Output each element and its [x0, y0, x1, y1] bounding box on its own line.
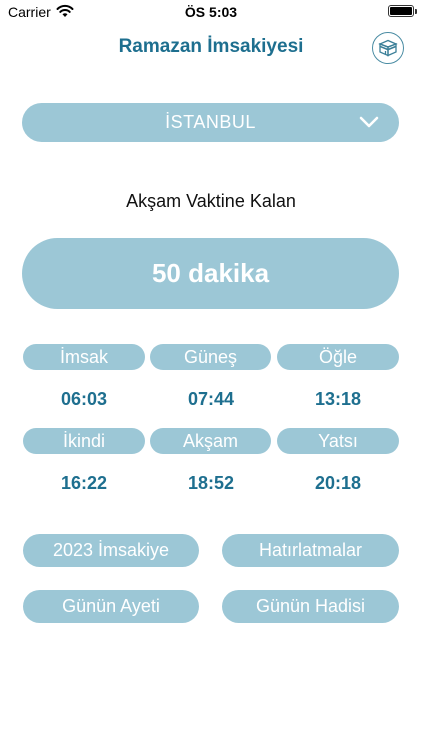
imsakiye-button[interactable]: 2023 İmsakiye [23, 534, 199, 567]
countdown-label: Akşam Vaktine Kalan [126, 191, 296, 211]
city-select-label: İSTANBUL [165, 112, 256, 132]
city-select[interactable]: İSTANBUL [22, 103, 399, 142]
gunes-time: 07:44 [187, 389, 235, 409]
aksam-label: Akşam [150, 428, 271, 454]
imsak-time: 06:03 [60, 389, 108, 409]
verse-of-day-button[interactable]: Günün Ayeti [23, 590, 199, 623]
aksam-time: 18:52 [187, 473, 235, 493]
ogle-time: 13:18 [314, 389, 362, 409]
status-time: ÖS 5:03 [184, 4, 238, 20]
kaaba-icon [378, 39, 398, 57]
reminders-button[interactable]: Hatırlatmalar [222, 534, 399, 567]
battery-icon [388, 5, 417, 17]
chevron-down-icon [359, 116, 379, 128]
ikindi-label: İkindi [23, 428, 145, 454]
imsak-label: İmsak [23, 344, 145, 370]
countdown-value: 50 dakika [151, 258, 270, 288]
yatsi-time: 20:18 [314, 473, 362, 493]
hadith-of-day-button[interactable]: Günün Hadisi [222, 590, 399, 623]
yatsi-label: Yatsı [277, 428, 399, 454]
gunes-label: Güneş [150, 344, 271, 370]
ikindi-time: 16:22 [60, 473, 108, 493]
status-bar: Carrier ÖS 5:03 [0, 0, 422, 24]
ogle-label: Öğle [277, 344, 399, 370]
qibla-button[interactable] [372, 32, 404, 64]
page-title: Ramazan İmsakiyesi [118, 36, 304, 57]
countdown-box: 50 dakika [22, 238, 399, 309]
